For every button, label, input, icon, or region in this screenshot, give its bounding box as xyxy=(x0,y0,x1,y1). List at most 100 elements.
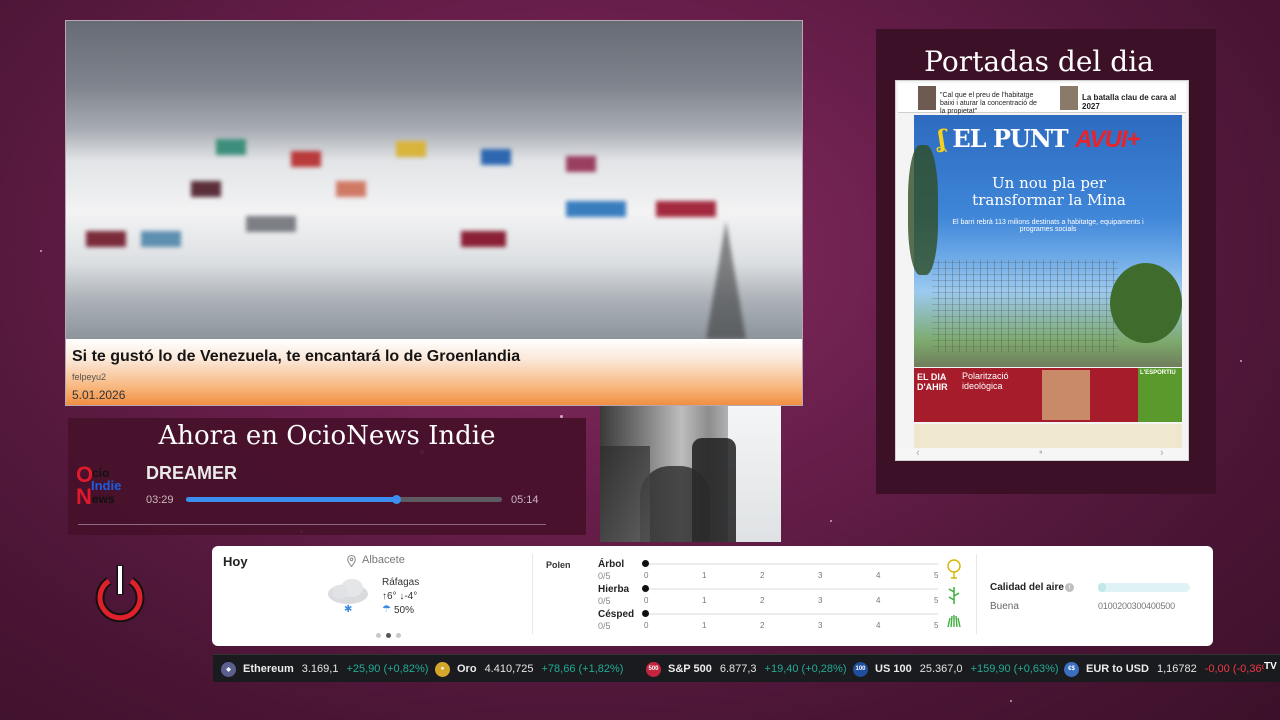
ticker-item[interactable]: ● Oro 4.410,725 +78,66 (+1,82%) xyxy=(435,655,623,682)
news-caption: Si te gustó lo de Venezuela, te encantar… xyxy=(66,339,802,405)
ticker-price: 25.367,0 xyxy=(919,663,963,675)
chevron-right-icon[interactable]: › xyxy=(1160,447,1164,459)
pollen-tick: 5 xyxy=(934,571,939,580)
ticker-item[interactable]: ◆ Ethereum 3.169,1 +25,90 (+0,82%) xyxy=(221,655,428,682)
sparkle xyxy=(1010,700,1012,702)
lawn-icon xyxy=(946,609,962,629)
sparkle xyxy=(830,520,832,522)
pollen-label: Polen xyxy=(546,560,571,570)
pollen-tick: 2 xyxy=(760,596,765,605)
gold-icon: ● xyxy=(435,661,450,677)
weather-location[interactable]: Albacete xyxy=(362,554,405,566)
pollen-tick: 2 xyxy=(760,621,765,630)
house-shape xyxy=(246,216,296,232)
temperature-range: ↑6° ↓-4° xyxy=(382,591,418,602)
avatar xyxy=(1060,86,1078,110)
pollen-value: 0/5 xyxy=(598,621,611,631)
cover-sports-box: L'ESPORTIU xyxy=(1138,368,1182,422)
avatar xyxy=(918,86,936,110)
front-pages-panel: Portadas del dia "Cal que el preu de l'h… xyxy=(876,29,1216,494)
sparkle xyxy=(40,250,42,252)
ticker-name: US 100 xyxy=(875,663,912,675)
pollen-row-grass: Hierba 0/5 0 1 2 3 4 5 xyxy=(598,584,960,610)
weather-widget: Hoy Albacete ✱ Ráfagas ↑6° ↓-4° ☂ 50% Po… xyxy=(212,546,1213,646)
pollen-tick: 0 xyxy=(644,621,649,630)
cloud-icon xyxy=(326,578,370,606)
ethereum-icon: ◆ xyxy=(221,661,236,677)
ticker-change: +19,40 (+0,28%) xyxy=(764,663,847,675)
pollen-value: 0/5 xyxy=(598,571,611,581)
webcam-person xyxy=(640,466,710,542)
progress-knob[interactable] xyxy=(392,495,402,504)
cover-sports-label: L'ESPORTIU xyxy=(1140,370,1176,376)
house-shape xyxy=(336,181,366,197)
house-shape xyxy=(396,141,426,157)
cover-photo-building xyxy=(932,260,1118,352)
front-pages-title: Portadas del dia xyxy=(924,45,1154,78)
pollen-tick: 1 xyxy=(702,596,707,605)
divider xyxy=(78,524,546,525)
ticker-name: Oro xyxy=(457,663,477,675)
snowflake-icon: ✱ xyxy=(344,604,353,615)
pollen-name: Césped xyxy=(598,609,635,620)
pollen-tick: 1 xyxy=(702,621,707,630)
ticker-change: +78,66 (+1,82%) xyxy=(541,663,624,675)
ticker-price: 1,16782 xyxy=(1156,663,1197,675)
house-shape xyxy=(656,201,716,217)
pollen-level-marker xyxy=(642,610,649,617)
pollen-track xyxy=(646,588,938,590)
pollen-tick: 0 xyxy=(644,596,649,605)
pollen-tick: 5 xyxy=(934,621,939,630)
divider xyxy=(532,554,533,634)
eurusd-icon: €$ xyxy=(1064,661,1079,677)
pager-dot[interactable] xyxy=(376,633,381,638)
ticker-name: Ethereum xyxy=(243,663,294,675)
power-icon[interactable] xyxy=(94,565,146,625)
pollen-tick: 0 xyxy=(644,571,649,580)
elapsed-time: 03:29 xyxy=(146,494,174,506)
ticker-price: 3.169,1 xyxy=(301,663,339,675)
pollen-row-tree: Árbol 0/5 0 1 2 3 4 5 xyxy=(598,559,961,585)
info-icon[interactable]: i xyxy=(1065,583,1074,592)
song-title: DREAMER xyxy=(146,463,238,483)
pollen-row-lawn: Césped 0/5 0 1 2 3 4 5 xyxy=(598,609,961,635)
sp500-icon: 500 xyxy=(646,661,661,677)
news-date: 5.01.2026 xyxy=(72,388,126,402)
cover-bottom-mid: Polarització ideològica xyxy=(962,371,1009,391)
now-playing-title: Ahora en OcioNews Indie xyxy=(158,421,496,451)
chevron-left-icon[interactable]: ‹ xyxy=(916,447,920,459)
cover-nav: ‹ ⏸ › xyxy=(896,447,1188,460)
ticker-item[interactable]: 100 US 100 25.367,0 +159,90 (+0,63%) xyxy=(853,655,1059,682)
pollen-level-marker xyxy=(642,585,649,592)
pager-dot-active[interactable] xyxy=(386,633,391,638)
masthead-accent: AVUI+ xyxy=(1074,126,1141,153)
progress-bar[interactable] xyxy=(186,495,502,504)
cover-bottom-photo xyxy=(1042,370,1090,420)
masthead-name: EL PUNT xyxy=(952,124,1068,153)
air-quality-status: Buena xyxy=(990,601,1019,612)
tradingview-logo[interactable]: TV xyxy=(1264,661,1278,675)
air-quality-bar xyxy=(1098,583,1190,592)
news-card[interactable]: Si te gustó lo de Venezuela, te encantar… xyxy=(65,20,803,406)
air-quality-scale: 0100200300400500 xyxy=(1098,601,1175,611)
top-strip-quote: "Cal que el preu de l'habitatge baixi i … xyxy=(940,92,1037,115)
house-shape xyxy=(191,181,221,197)
news-image xyxy=(66,21,802,339)
ticker-item[interactable]: €$ EUR to USD 1,16782 -0,00 (-0,36%) xyxy=(1064,655,1275,682)
cover-bottom-band: EL DIA D'AHIR Polarització ideològica L'… xyxy=(914,368,1182,422)
pager-dot[interactable] xyxy=(396,633,401,638)
air-quality-fill xyxy=(1098,583,1106,592)
pollen-track xyxy=(646,563,938,565)
pause-icon[interactable]: ⏸ xyxy=(1039,449,1043,457)
masthead-yellow-ribbon: ʆ xyxy=(938,124,946,153)
cover-subheadline: El barri rebrà 113 milions destinats a h… xyxy=(952,219,1144,233)
house-shape xyxy=(141,231,181,247)
pollen-value: 0/5 xyxy=(598,596,611,606)
cover-headline: Un nou pla per transformar la Mina xyxy=(972,174,1126,209)
house-shape xyxy=(86,231,126,247)
newspaper-cover[interactable]: "Cal que el preu de l'habitatge baixi i … xyxy=(895,80,1189,461)
ticker-item[interactable]: 500 S&P 500 6.877,3 +19,40 (+0,28%) xyxy=(646,655,846,682)
umbrella-icon: ☂ xyxy=(382,604,391,615)
news-headline[interactable]: Si te gustó lo de Venezuela, te encantar… xyxy=(72,348,520,366)
logo-text-indie: Indie xyxy=(91,478,122,493)
